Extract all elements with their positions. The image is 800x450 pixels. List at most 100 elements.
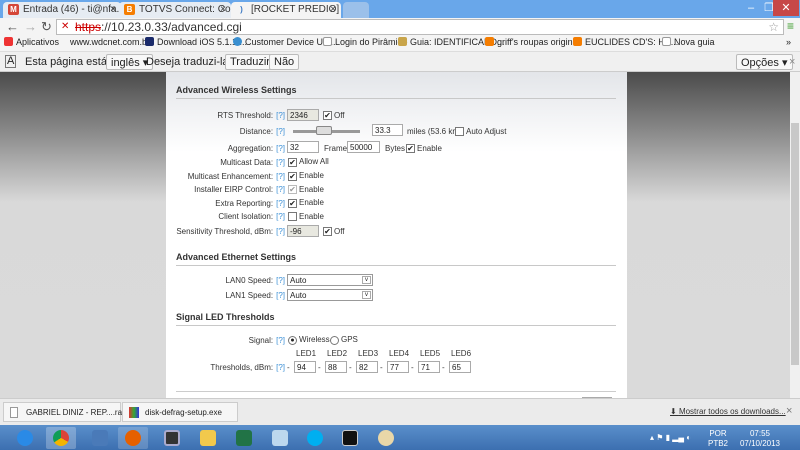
close-tab-icon[interactable]: ×	[110, 4, 116, 15]
multicast-allow-checkbox[interactable]: ✔	[288, 158, 297, 167]
distance-input[interactable]: 33.3	[372, 124, 403, 136]
bookmark-apps[interactable]: Aplicativos	[4, 37, 59, 47]
apps-grid-icon	[4, 37, 13, 46]
led-threshold-input[interactable]: 94	[294, 361, 316, 373]
led-threshold-input[interactable]: 77	[387, 361, 409, 373]
help-link[interactable]: [?]	[276, 363, 285, 372]
close-tab-icon[interactable]: ×	[220, 4, 226, 15]
dash-separator: -	[442, 363, 445, 372]
download-item[interactable]: disk-defrag-setup.exe	[122, 402, 238, 422]
page-icon	[145, 37, 154, 46]
tab-gmail[interactable]: MEntrada (46) - ti@nfa.com×	[3, 2, 121, 18]
chrome-icon[interactable]	[46, 427, 76, 449]
aggregation-bytes-input[interactable]: 50000	[347, 141, 380, 153]
bookmark-item[interactable]: www.wdcnet.com.b...	[70, 37, 155, 47]
eirp-control-checkbox[interactable]: ✔	[288, 185, 297, 194]
aggregation-enable-checkbox[interactable]: ✔	[406, 144, 415, 153]
help-link[interactable]: [?]	[276, 212, 285, 221]
show-all-downloads-link[interactable]: ⬇ Mostrar todos os downloads...	[670, 407, 786, 416]
language-indicator[interactable]: POR PTB2	[708, 429, 728, 449]
help-link[interactable]: [?]	[276, 276, 285, 285]
bookmark-item[interactable]: Customer Device Un...	[233, 37, 336, 47]
close-translate-icon[interactable]: ×	[789, 56, 795, 68]
chevron-down-icon: v	[362, 276, 371, 284]
multicast-enhancement-checkbox[interactable]: ✔	[288, 172, 297, 181]
forward-button[interactable]: →	[24, 19, 37, 34]
bookmark-item[interactable]: Download iOS 5.1.1 ...	[145, 37, 247, 47]
lan1-speed-select[interactable]: Auto v	[287, 289, 373, 301]
options-button[interactable]: Opções ▾	[736, 54, 793, 70]
blogger-icon	[573, 37, 582, 46]
bookmark-item[interactable]: griff's roupas origin...	[485, 37, 580, 47]
led-threshold-input[interactable]: 71	[418, 361, 440, 373]
translate-icon: A	[5, 55, 17, 68]
distance-slider-handle[interactable]	[316, 126, 332, 135]
scrollbar[interactable]	[790, 72, 800, 398]
excel-icon[interactable]	[229, 427, 259, 449]
led-threshold-input[interactable]: 82	[356, 361, 378, 373]
download-item[interactable]: GABRIEL DINIZ - REP....rar	[3, 402, 125, 422]
bookmarks-more-button[interactable]: »	[786, 37, 791, 47]
page-icon	[662, 37, 671, 46]
bookmark-item[interactable]: Login do Pirâmide	[323, 37, 408, 47]
close-window-button[interactable]: ✕	[773, 0, 799, 16]
help-link[interactable]: [?]	[276, 158, 285, 167]
sensitivity-input[interactable]: -96	[287, 225, 319, 237]
rts-off-checkbox[interactable]: ✔	[323, 111, 332, 120]
scrollbar-thumb[interactable]	[791, 123, 799, 365]
signal-wireless-radio[interactable]: ●	[288, 336, 297, 345]
skype-icon[interactable]	[300, 427, 330, 449]
help-link[interactable]: [?]	[276, 291, 285, 300]
sensitivity-off-checkbox[interactable]: ✔	[323, 227, 332, 236]
tab-totvs[interactable]: BTOTVS Connect: Como Fa×	[119, 2, 231, 18]
extra-reporting-checkbox[interactable]: ✔	[288, 199, 297, 208]
help-link[interactable]: [?]	[276, 199, 285, 208]
help-link[interactable]: [?]	[276, 227, 285, 236]
cmd-icon[interactable]	[335, 427, 365, 449]
help-link[interactable]: [?]	[276, 111, 285, 120]
back-button[interactable]: ←	[6, 19, 19, 34]
clock[interactable]: 07:55 07/10/2013	[736, 429, 784, 449]
paint-icon[interactable]	[371, 427, 401, 449]
tray-icons[interactable]: ▴ ⚑ ▮ ▂▄ ◐	[650, 433, 691, 442]
close-tab-icon[interactable]: ×	[330, 4, 336, 15]
tab-rocket[interactable]: )[ROCKET PREDIO] - Advan×	[231, 2, 341, 18]
help-link[interactable]: [?]	[276, 127, 285, 136]
window-app-icon[interactable]	[157, 427, 187, 449]
help-link[interactable]: [?]	[276, 185, 285, 194]
aggregation-frames-input[interactable]: 32	[287, 141, 319, 153]
att-globe-icon	[233, 37, 242, 46]
client-isolation-checkbox[interactable]	[288, 212, 297, 221]
lan0-speed-select[interactable]: Auto v	[287, 274, 373, 286]
page-icon	[323, 37, 332, 46]
notepad-icon[interactable]	[265, 427, 295, 449]
explorer-icon[interactable]	[193, 427, 223, 449]
bookmark-item[interactable]: Nova guia	[662, 37, 715, 47]
url-bar[interactable]: ✕ https://10.23.0.33/advanced.cgi ☆	[56, 19, 784, 35]
bookmark-star-icon[interactable]: ☆	[768, 20, 779, 34]
no-translate-button[interactable]: Não	[269, 54, 300, 70]
rts-threshold-input[interactable]: 2346	[287, 109, 319, 121]
help-link[interactable]: [?]	[276, 336, 285, 345]
network-icon[interactable]	[85, 427, 115, 449]
close-downloads-icon[interactable]: ×	[786, 405, 792, 417]
menu-icon[interactable]: ≡	[787, 19, 794, 33]
led-threshold-input[interactable]: 65	[449, 361, 471, 373]
led-label: LED1	[296, 349, 317, 358]
reload-button[interactable]: ↻	[41, 19, 52, 35]
help-link[interactable]: [?]	[276, 144, 285, 153]
led-threshold-input[interactable]: 88	[325, 361, 347, 373]
new-tab-button[interactable]	[343, 2, 369, 18]
gmail-icon: M	[8, 4, 19, 15]
signal-gps-radio[interactable]	[330, 336, 339, 345]
installer-icon	[129, 407, 139, 418]
translate-button[interactable]: Traduzir	[225, 54, 275, 70]
section-title-ethernet: Advanced Ethernet Settings	[176, 252, 616, 266]
firefox-icon[interactable]	[118, 427, 148, 449]
help-link[interactable]: [?]	[276, 172, 285, 181]
dash-separator: -	[349, 363, 352, 372]
auto-adjust-checkbox[interactable]	[455, 127, 464, 136]
blogger-icon	[485, 37, 494, 46]
led-label: LED5	[420, 349, 441, 358]
ie-icon[interactable]	[10, 427, 40, 449]
